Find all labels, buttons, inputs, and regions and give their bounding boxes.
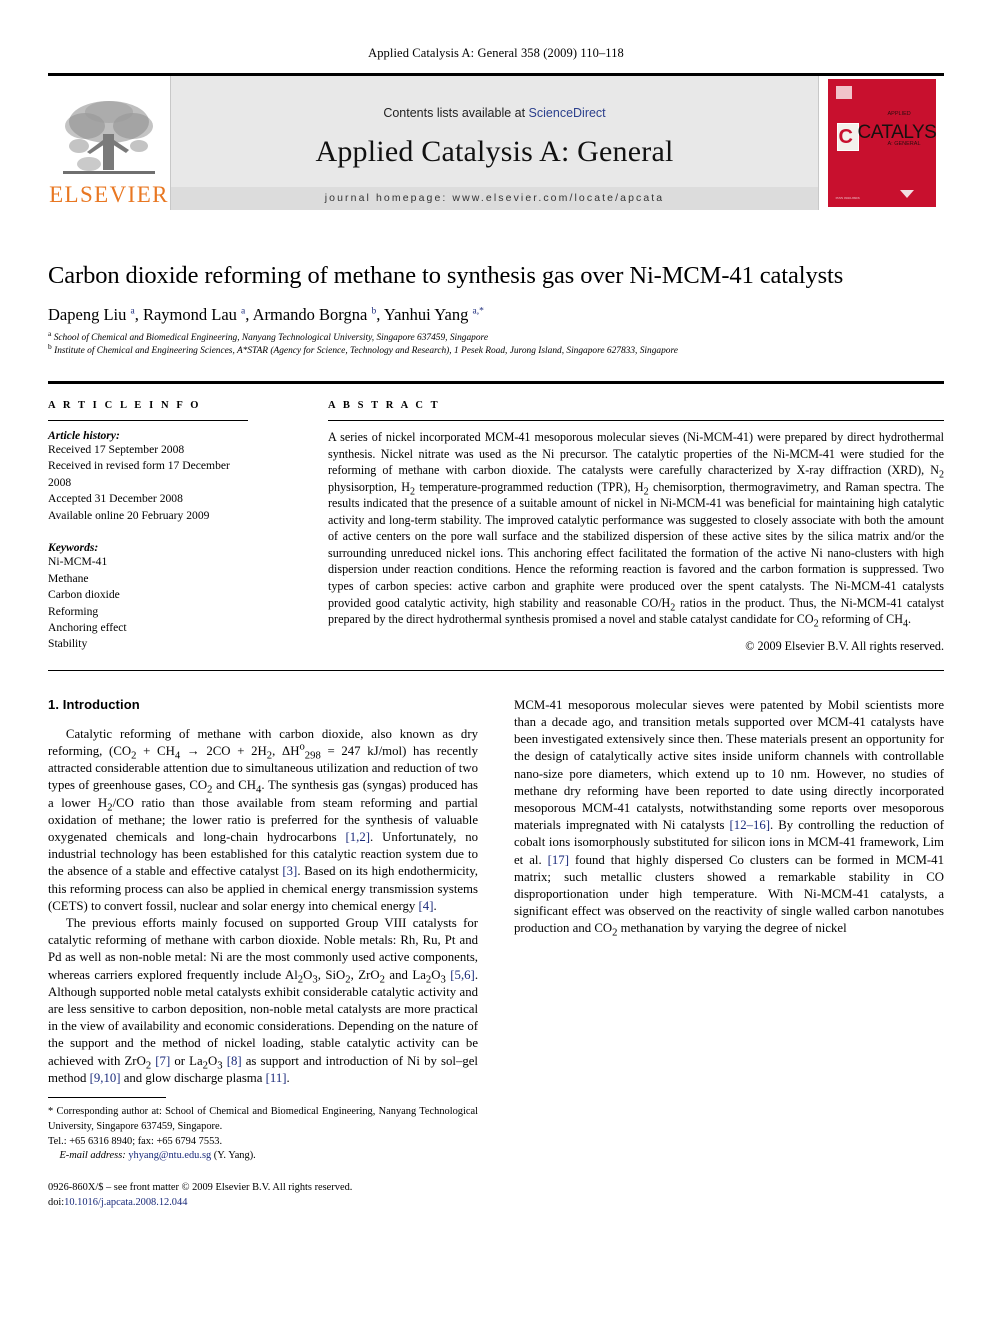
article-info-label: A R T I C L E I N F O bbox=[48, 399, 202, 411]
intro-paragraph-1: Catalytic reforming of methane with carb… bbox=[48, 726, 479, 913]
footnote-email-line: E-mail address: yhyang@ntu.edu.sg (Y. Ya… bbox=[59, 1150, 256, 1162]
email-link[interactable]: yhyang@ntu.edu.sg bbox=[128, 1150, 211, 1161]
corresponding-author-footnote: * Corresponding author at: School of Che… bbox=[48, 1105, 478, 1164]
history-item: Available online 20 February 2009 bbox=[48, 508, 210, 522]
affiliations: a School of Chemical and Biomedical Engi… bbox=[48, 328, 944, 359]
article-info-rule bbox=[48, 419, 248, 421]
affiliation-b: b Institute of Chemical and Engineering … bbox=[48, 342, 678, 357]
masthead-right: C APPLIED CATALYSIS A: GENERAL ISSN 0926… bbox=[819, 76, 944, 210]
article-history-heading: Article history: bbox=[48, 428, 120, 442]
abstract-text: A series of nickel incorporated MCM-41 m… bbox=[328, 429, 944, 630]
citation-ref[interactable]: [17] bbox=[548, 853, 569, 867]
imprint-line: 0926-860X/$ – see front matter © 2009 El… bbox=[48, 1182, 353, 1194]
footnote-rule bbox=[48, 1096, 166, 1098]
keyword-item: Anchoring effect bbox=[48, 621, 127, 635]
doi-link[interactable]: 10.1016/j.apcata.2008.12.044 bbox=[64, 1197, 187, 1208]
info-abstract-region: A R T I C L E I N F O Article history: R… bbox=[48, 400, 944, 654]
elsevier-wordmark: ELSEVIER bbox=[49, 182, 169, 207]
journal-homepage-bar[interactable]: journal homepage: www.elsevier.com/locat… bbox=[171, 187, 818, 210]
sciencedirect-link[interactable]: ScienceDirect bbox=[529, 106, 606, 120]
citation-ref[interactable]: [4] bbox=[419, 899, 434, 913]
cover-c-letter: C bbox=[838, 126, 853, 148]
history-item: Received in revised form 17 December 200… bbox=[48, 459, 230, 489]
article-history-list: Received 17 September 2008 Received in r… bbox=[48, 442, 248, 524]
keyword-item: Stability bbox=[48, 637, 88, 651]
page-title: Carbon dioxide reforming of methane to s… bbox=[48, 262, 844, 289]
body-columns: 1. Introduction Catalytic reforming of m… bbox=[48, 697, 944, 1210]
article-info-column: A R T I C L E I N F O Article history: R… bbox=[48, 400, 288, 654]
citation-ref[interactable]: [12–16] bbox=[730, 818, 771, 832]
keyword-item: Ni-MCM-41 bbox=[48, 555, 108, 569]
cover-a-general-label: A: GENERAL bbox=[887, 141, 921, 147]
author-list: Dapeng Liu a, Raymond Lau a, Armando Bor… bbox=[48, 304, 484, 324]
footnote-tel: Tel.: +65 6316 8940; fax: +65 6794 7553. bbox=[48, 1135, 223, 1147]
affiliation-a: a School of Chemical and Biomedical Engi… bbox=[48, 328, 489, 343]
keyword-item: Carbon dioxide bbox=[48, 588, 120, 602]
citation-ref[interactable]: [8] bbox=[227, 1054, 242, 1068]
intro-paragraph-2-right: MCM-41 mesoporous molecular sieves were … bbox=[514, 697, 945, 939]
abstract-rule bbox=[328, 419, 944, 421]
journal-cover-image: C APPLIED CATALYSIS A: GENERAL ISSN 0926… bbox=[827, 79, 936, 207]
intro-paragraph-2-left: The previous efforts mainly focused on s… bbox=[48, 915, 479, 1085]
imprint-block: 0926-860X/$ – see front matter © 2009 El… bbox=[48, 1180, 478, 1210]
keywords-list: Ni-MCM-41 Methane Carbon dioxide Reformi… bbox=[48, 554, 248, 653]
citation-ref[interactable]: [3] bbox=[282, 864, 297, 878]
cover-applied-label: APPLIED bbox=[887, 111, 911, 117]
publisher-logo: ELSEVIER bbox=[48, 76, 170, 210]
running-head: Applied Catalysis A: General 358 (2009) … bbox=[368, 46, 624, 60]
keyword-item: Methane bbox=[48, 571, 89, 585]
citation-ref[interactable]: [11] bbox=[266, 1071, 287, 1085]
contents-line: Contents lists available at ScienceDirec… bbox=[383, 106, 605, 120]
body-column-right: MCM-41 mesoporous molecular sieves were … bbox=[514, 697, 944, 1210]
keywords-heading: Keywords: bbox=[48, 541, 99, 555]
cover-issn-box bbox=[835, 86, 852, 99]
body-column-left: 1. Introduction Catalytic reforming of m… bbox=[48, 697, 478, 1210]
masthead-center: Contents lists available at ScienceDirec… bbox=[170, 76, 819, 210]
keywords-spacer bbox=[48, 524, 248, 541]
abstract-copyright: © 2009 Elsevier B.V. All rights reserved… bbox=[745, 638, 944, 653]
history-item: Accepted 31 December 2008 bbox=[48, 492, 183, 506]
doi-line: doi:10.1016/j.apcata.2008.12.044 bbox=[48, 1197, 188, 1209]
citation-ref[interactable]: [7] bbox=[155, 1054, 170, 1068]
citation-ref[interactable]: [9,10] bbox=[90, 1071, 121, 1085]
paper-page: Applied Catalysis A: General 358 (2009) … bbox=[0, 0, 992, 1323]
divider-above-abstract bbox=[48, 380, 944, 384]
history-item: Received 17 September 2008 bbox=[48, 442, 185, 456]
keyword-item: Reforming bbox=[48, 604, 99, 618]
divider-below-abstract bbox=[48, 669, 944, 671]
journal-masthead: ELSEVIER Contents lists available at Sci… bbox=[48, 73, 944, 210]
title-block: Carbon dioxide reforming of methane to s… bbox=[48, 262, 944, 359]
contents-prefix: Contents lists available at bbox=[383, 105, 529, 120]
cover-bottom-left-text: ISSN 0926-860X bbox=[835, 196, 860, 200]
citation-ref[interactable]: [5,6] bbox=[450, 968, 475, 982]
journal-title: Applied Catalysis A: General bbox=[315, 134, 674, 168]
abstract-label: A B S T R A C T bbox=[328, 399, 441, 411]
abstract-column: A B S T R A C T A series of nickel incor… bbox=[288, 400, 944, 654]
elsevier-tree-icon bbox=[63, 101, 155, 174]
cover-logo-mark bbox=[899, 190, 914, 198]
citation-ref[interactable]: [1,2] bbox=[346, 830, 371, 844]
section-heading-introduction: 1. Introduction bbox=[48, 696, 140, 712]
